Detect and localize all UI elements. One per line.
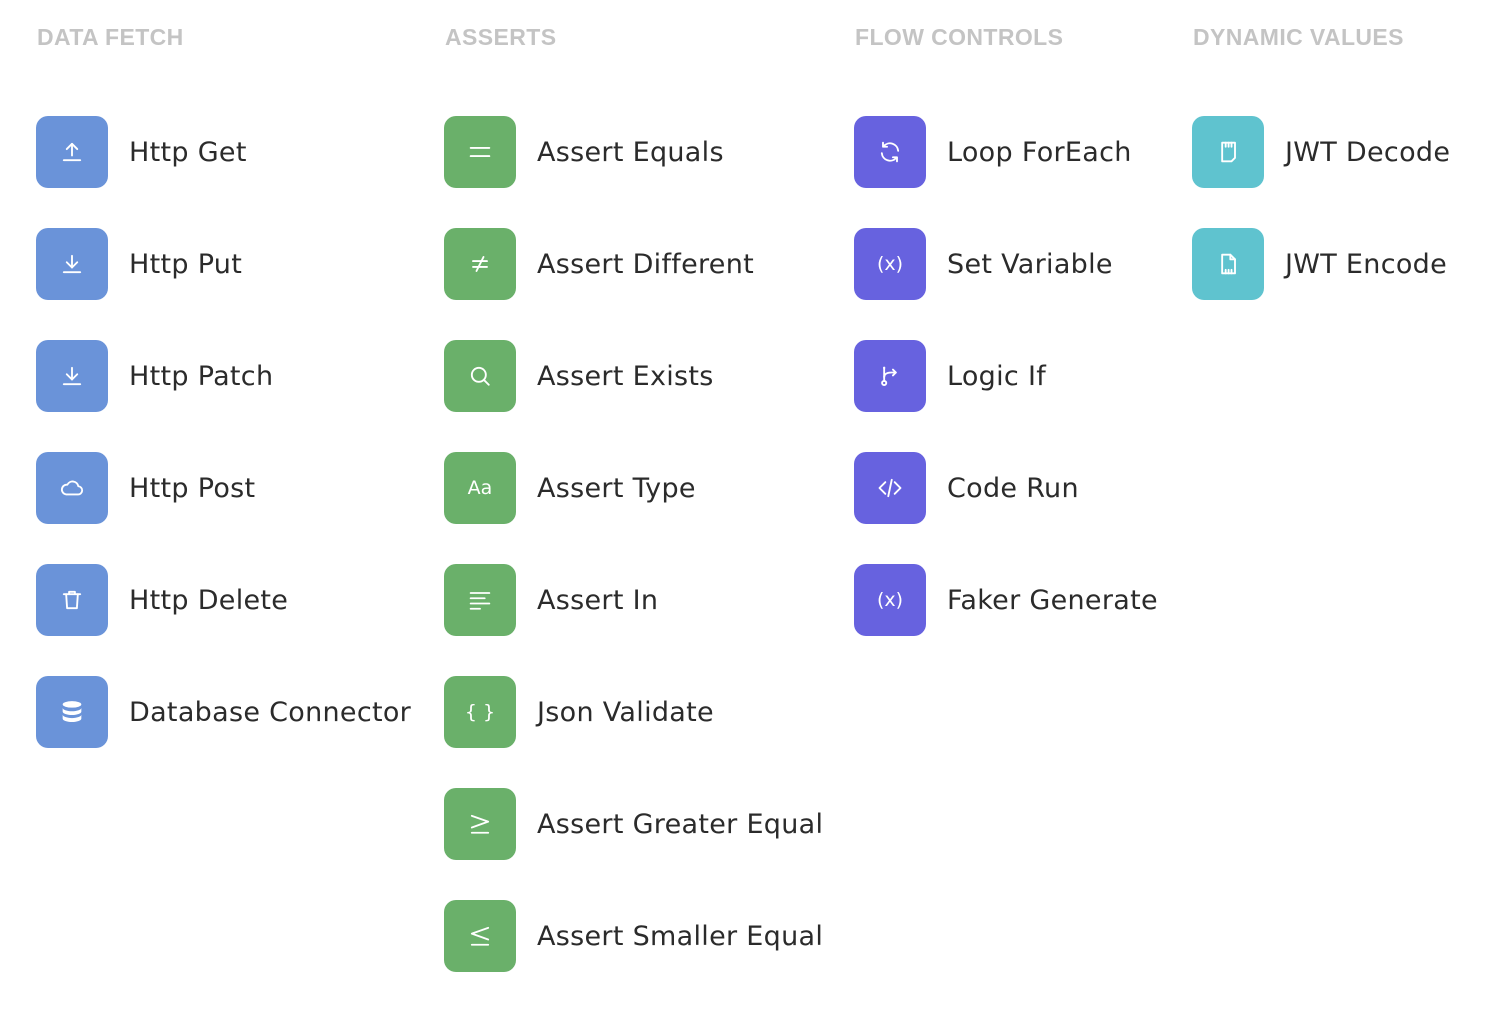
node-item-assert-smaller-equal[interactable]: Assert Smaller Equal — [444, 900, 823, 972]
node-label: Faker Generate — [947, 585, 1158, 616]
node-icon-tile[interactable] — [444, 900, 516, 972]
node-icon-tile[interactable] — [36, 564, 108, 636]
less-equal-icon — [466, 922, 494, 950]
node-icon-tile[interactable] — [854, 340, 926, 412]
variable-icon: (x) — [877, 255, 903, 274]
node-item-faker-generate[interactable]: (x) Faker Generate — [854, 564, 1158, 636]
node-icon-tile[interactable] — [36, 676, 108, 748]
download-icon — [58, 250, 86, 278]
node-icon-tile[interactable]: Aa — [444, 452, 516, 524]
node-item-code-run[interactable]: Code Run — [854, 452, 1158, 524]
node-item-http-put[interactable]: Http Put — [36, 228, 411, 300]
file-icon — [1214, 250, 1242, 278]
node-label: Http Delete — [129, 585, 288, 616]
sd-card-icon — [1214, 138, 1242, 166]
not-equal-icon — [466, 250, 494, 278]
node-icon-tile[interactable] — [36, 340, 108, 412]
database-icon — [58, 698, 86, 726]
node-label: Assert Type — [537, 473, 696, 504]
node-label: Http Patch — [129, 361, 273, 392]
node-label: Set Variable — [947, 249, 1113, 280]
node-label: Http Get — [129, 137, 247, 168]
column-title: DYNAMIC VALUES — [1193, 24, 1404, 51]
node-label: Http Post — [129, 473, 255, 504]
node-label: Json Validate — [537, 697, 714, 728]
upload-icon — [58, 138, 86, 166]
node-icon-tile[interactable] — [444, 564, 516, 636]
node-list: JWT Decode JWT Encode — [1192, 116, 1450, 340]
node-label: Assert Different — [537, 249, 754, 280]
node-icon-tile[interactable] — [444, 340, 516, 412]
column-title: DATA FETCH — [37, 24, 184, 51]
node-icon-tile[interactable]: (x) — [854, 564, 926, 636]
node-list: Loop ForEach (x) Set Variable Logic If Code … — [854, 116, 1158, 676]
node-icon-tile[interactable] — [444, 788, 516, 860]
align-left-icon — [466, 586, 494, 614]
node-icon-tile[interactable]: { } — [444, 676, 516, 748]
node-label: Assert Equals — [537, 137, 724, 168]
node-item-http-delete[interactable]: Http Delete — [36, 564, 411, 636]
git-branch-icon — [876, 362, 904, 390]
equals-icon — [466, 138, 494, 166]
node-label: Loop ForEach — [947, 137, 1132, 168]
node-icon-tile[interactable] — [444, 228, 516, 300]
node-label: Code Run — [947, 473, 1079, 504]
node-item-set-variable[interactable]: (x) Set Variable — [854, 228, 1158, 300]
node-item-assert-exists[interactable]: Assert Exists — [444, 340, 823, 412]
greater-equal-icon — [466, 810, 494, 838]
node-label: Assert Exists — [537, 361, 714, 392]
node-icon-tile[interactable] — [444, 116, 516, 188]
node-item-http-post[interactable]: Http Post — [36, 452, 411, 524]
node-item-loop-foreach[interactable]: Loop ForEach — [854, 116, 1158, 188]
node-item-assert-equals[interactable]: Assert Equals — [444, 116, 823, 188]
column-title: FLOW CONTROLS — [855, 24, 1063, 51]
refresh-icon — [876, 138, 904, 166]
node-icon-tile[interactable] — [36, 452, 108, 524]
node-label: Logic If — [947, 361, 1046, 392]
node-icon-tile[interactable] — [1192, 228, 1264, 300]
node-label: Database Connector — [129, 697, 411, 728]
column-title: ASSERTS — [445, 24, 556, 51]
node-item-logic-if[interactable]: Logic If — [854, 340, 1158, 412]
node-item-json-validate[interactable]: { } Json Validate — [444, 676, 823, 748]
node-item-http-patch[interactable]: Http Patch — [36, 340, 411, 412]
node-icon-tile[interactable] — [1192, 116, 1264, 188]
node-label: JWT Decode — [1285, 137, 1450, 168]
download-icon — [58, 362, 86, 390]
node-icon-tile[interactable] — [36, 116, 108, 188]
node-label: JWT Encode — [1285, 249, 1447, 280]
node-icon-tile[interactable] — [36, 228, 108, 300]
node-item-database-connector[interactable]: Database Connector — [36, 676, 411, 748]
node-label: Http Put — [129, 249, 242, 280]
cloud-icon — [58, 474, 86, 502]
node-item-assert-different[interactable]: Assert Different — [444, 228, 823, 300]
trash-icon — [58, 586, 86, 614]
node-icon-tile[interactable]: (x) — [854, 228, 926, 300]
variable-icon: (x) — [877, 591, 903, 610]
node-item-assert-greater-equal[interactable]: Assert Greater Equal — [444, 788, 823, 860]
node-item-assert-type[interactable]: Aa Assert Type — [444, 452, 823, 524]
node-item-jwt-decode[interactable]: JWT Decode — [1192, 116, 1450, 188]
search-icon — [466, 362, 494, 390]
node-icon-tile[interactable] — [854, 452, 926, 524]
node-item-jwt-encode[interactable]: JWT Encode — [1192, 228, 1450, 300]
node-label: Assert In — [537, 585, 658, 616]
type-icon: Aa — [468, 479, 493, 498]
node-item-assert-in[interactable]: Assert In — [444, 564, 823, 636]
code-icon — [876, 474, 904, 502]
node-list: Http Get Http Put Http Patch Http Post Http … — [36, 116, 411, 788]
braces-icon: { } — [465, 703, 495, 722]
node-icon-tile[interactable] — [854, 116, 926, 188]
node-label: Assert Greater Equal — [537, 809, 823, 840]
node-item-http-get[interactable]: Http Get — [36, 116, 411, 188]
node-list: Assert Equals Assert Different Assert Exis… — [444, 116, 823, 1012]
node-label: Assert Smaller Equal — [537, 921, 823, 952]
